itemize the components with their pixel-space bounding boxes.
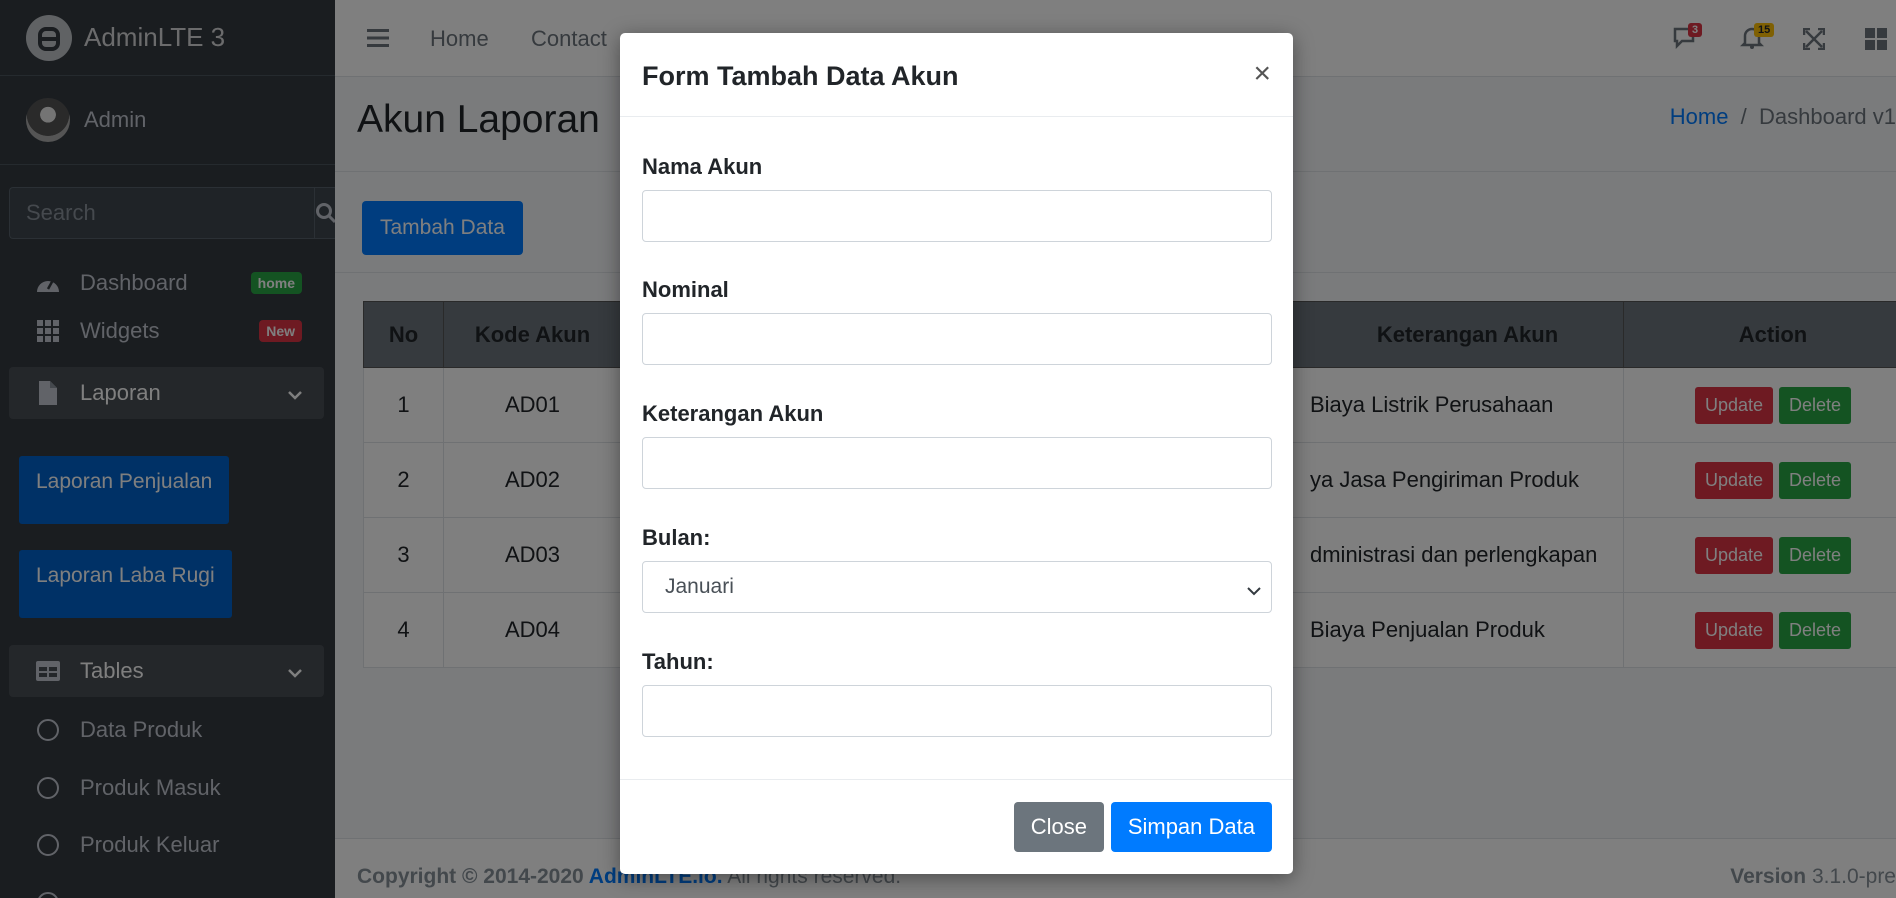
keterangan-akun-input[interactable] xyxy=(642,437,1272,489)
modal-footer: Close Simpan Data xyxy=(620,779,1293,874)
simpan-data-button[interactable]: Simpan Data xyxy=(1110,802,1272,852)
modal-title: Form Tambah Data Akun xyxy=(642,61,959,91)
tahun-input[interactable] xyxy=(642,685,1272,737)
modal-header: Form Tambah Data Akun × xyxy=(620,33,1293,117)
keterangan-akun-label: Keterangan Akun xyxy=(642,401,824,426)
nominal-input[interactable] xyxy=(642,313,1272,365)
bulan-select[interactable]: Januari xyxy=(642,561,1272,613)
chevron-down-icon xyxy=(1247,578,1261,602)
nominal-label: Nominal xyxy=(642,277,729,302)
tahun-label: Tahun: xyxy=(642,649,714,674)
close-button[interactable]: Close xyxy=(1013,802,1104,852)
nama-akun-label: Nama Akun xyxy=(642,154,763,179)
bulan-label: Bulan: xyxy=(642,525,711,550)
tambah-akun-modal: Form Tambah Data Akun × Nama Akun Nomina… xyxy=(620,33,1293,874)
close-icon[interactable]: × xyxy=(1253,57,1271,91)
nama-akun-input[interactable] xyxy=(642,190,1272,242)
bulan-selected-value: Januari xyxy=(665,575,734,598)
